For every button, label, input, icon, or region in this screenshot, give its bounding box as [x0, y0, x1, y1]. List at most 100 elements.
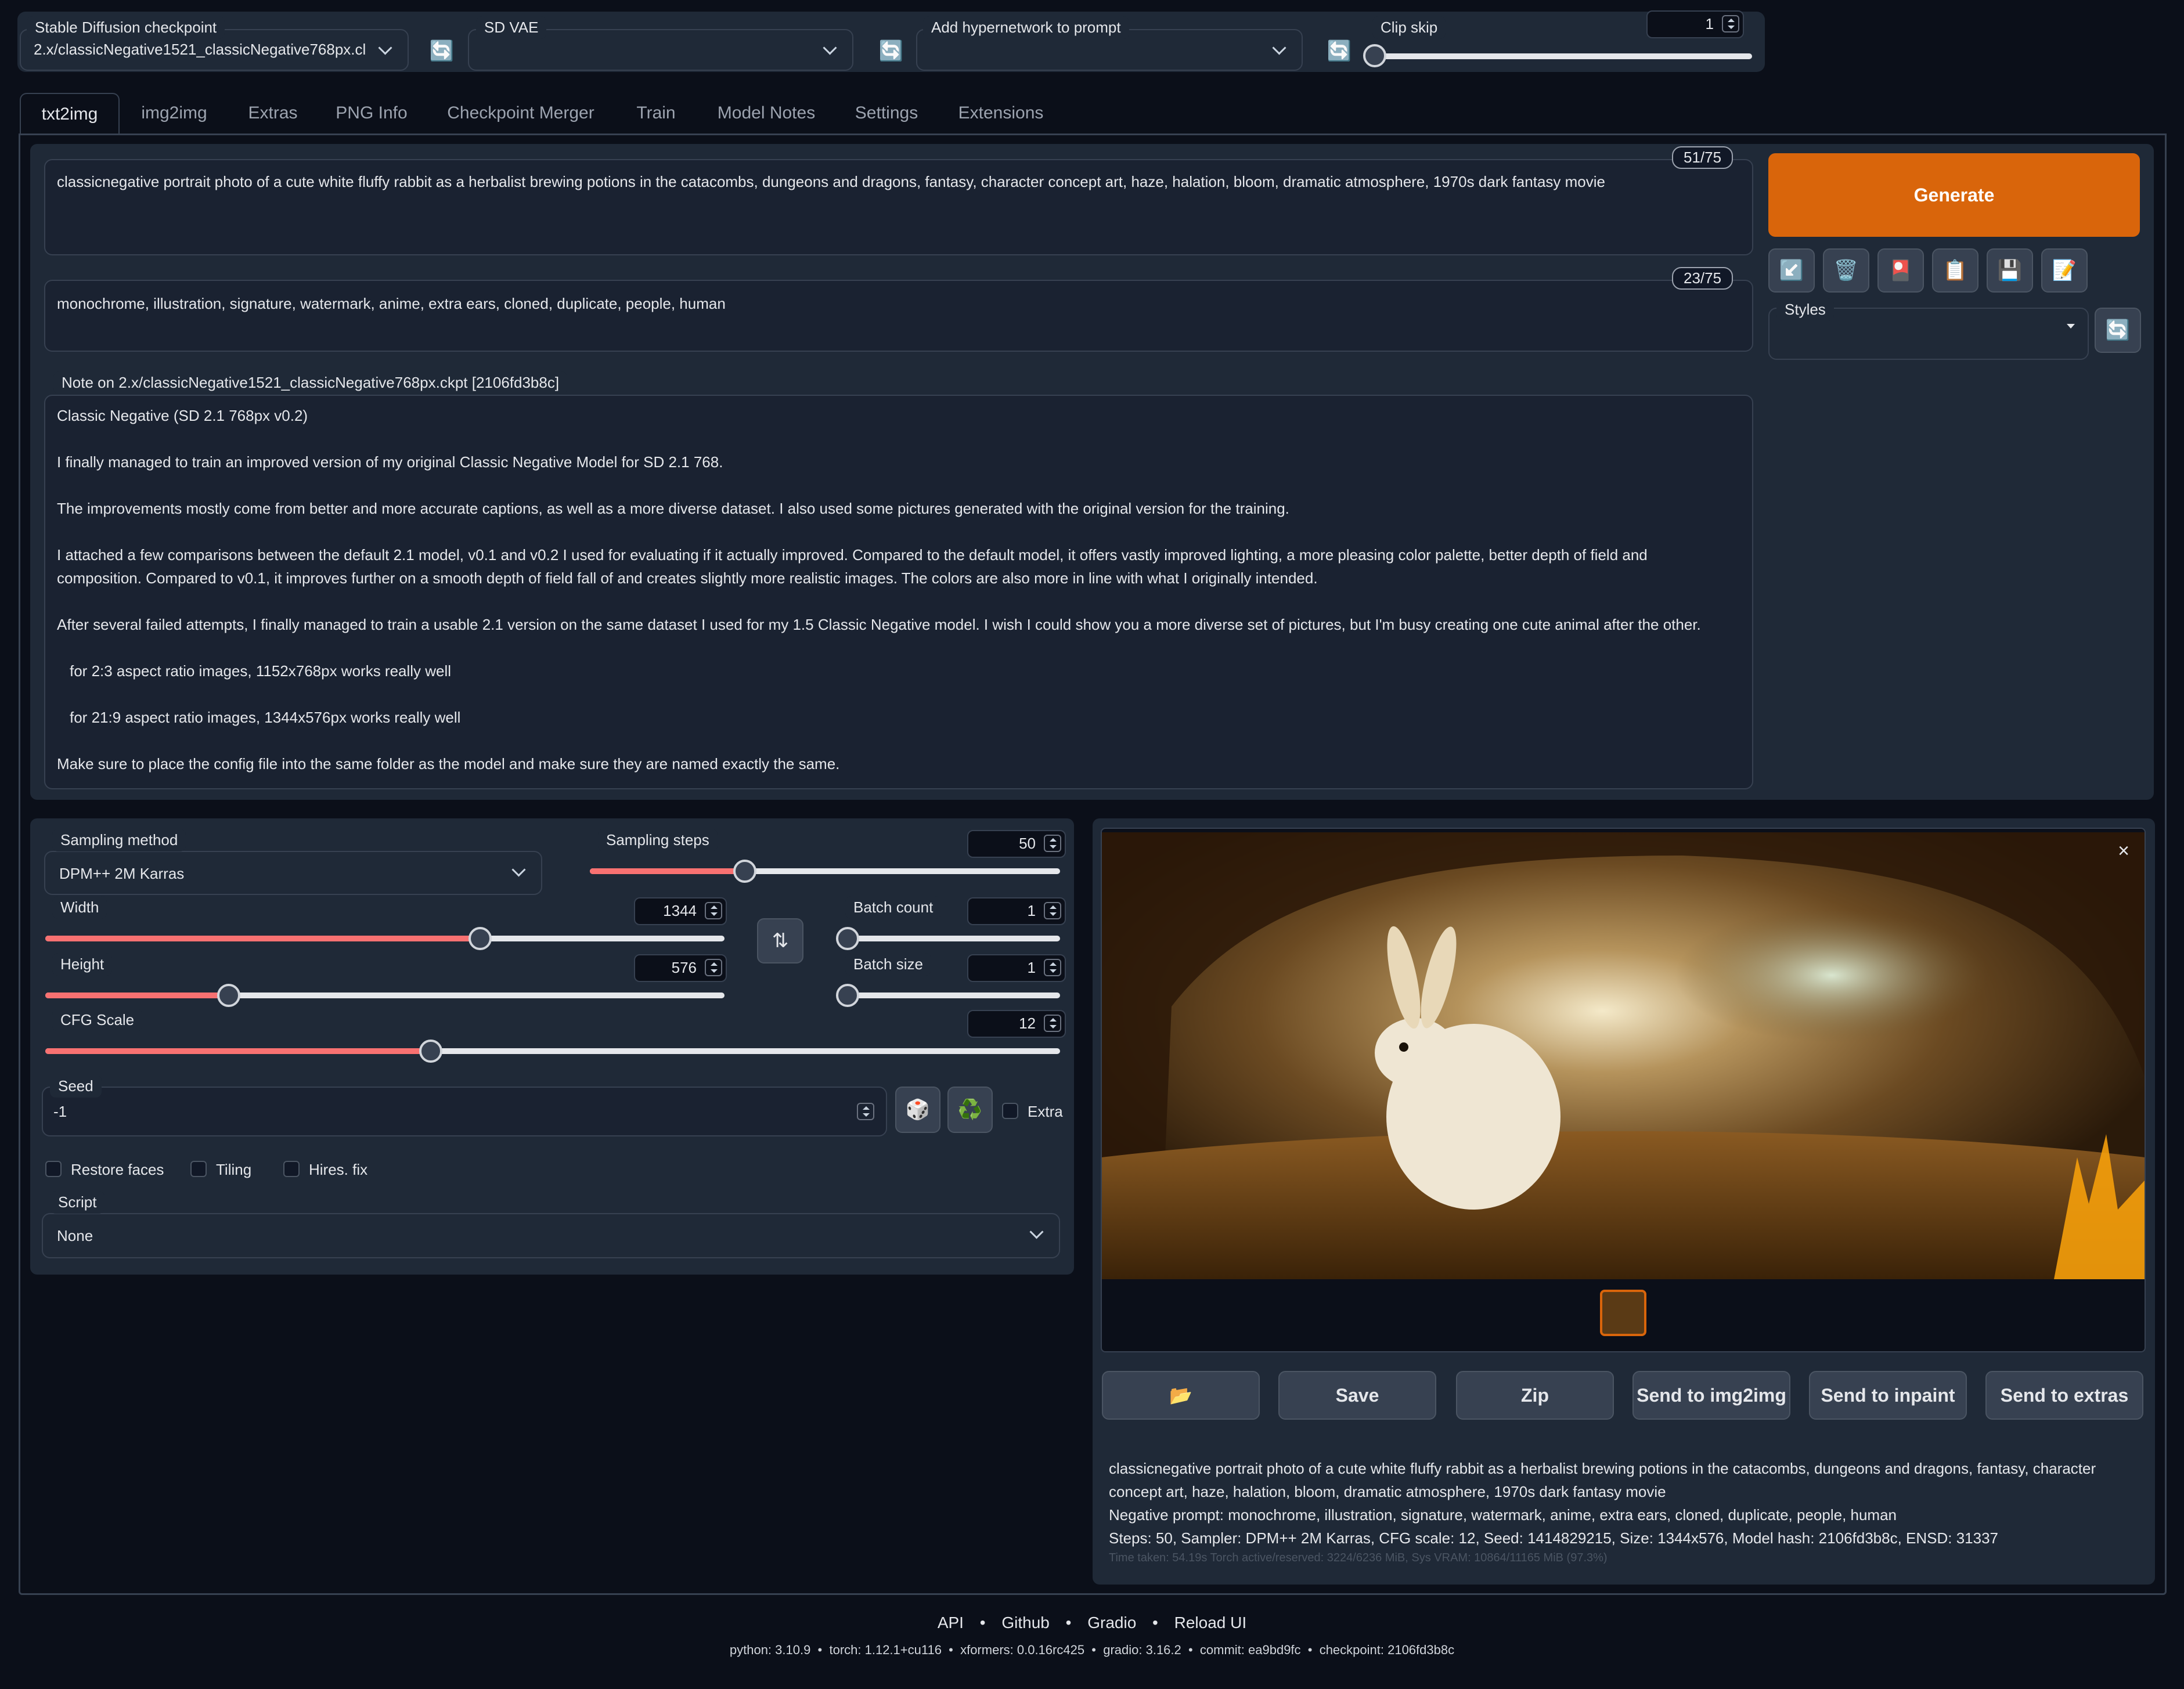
edit-button[interactable]: 📝: [2041, 248, 2088, 293]
restore-faces-label: Restore faces: [71, 1161, 164, 1178]
batch-count-value: 1: [1027, 902, 1036, 919]
spinner-icon[interactable]: [1044, 1015, 1061, 1032]
close-icon: ×: [2118, 840, 2129, 862]
open-folder-button[interactable]: 📂: [1102, 1371, 1260, 1420]
card-icon: 🎴: [1888, 259, 1913, 282]
restore-faces-checkbox[interactable]: [45, 1161, 62, 1177]
spinner-icon[interactable]: [1722, 15, 1739, 33]
height-slider-fill: [45, 993, 229, 998]
sampling-steps-slider-fill: [590, 868, 745, 874]
model-note-textarea[interactable]: Classic Negative (SD 2.1 768px v0.2) I f…: [44, 395, 1753, 789]
generate-button[interactable]: Generate: [1768, 153, 2140, 237]
info-negative-line: Negative prompt: monochrome, illustratio…: [1109, 1506, 1897, 1524]
tab-train[interactable]: Train: [627, 93, 685, 133]
github-link[interactable]: Github: [1001, 1614, 1050, 1632]
sampling-steps-number[interactable]: 50: [967, 830, 1066, 858]
tab-checkpoint-merger[interactable]: Checkpoint Merger: [437, 93, 605, 133]
seed-input[interactable]: -1: [42, 1087, 887, 1136]
zip-button[interactable]: Zip: [1456, 1371, 1614, 1420]
prompt-textarea[interactable]: classicnegative portrait photo of a cute…: [44, 159, 1753, 255]
spinner-icon[interactable]: [705, 902, 722, 919]
generated-image[interactable]: [1102, 832, 2145, 1279]
time-taken-line: Time taken: 54.19s Torch active/reserved…: [1109, 1551, 1608, 1564]
tab-png-info[interactable]: PNG Info: [325, 93, 418, 133]
note-line: I finally managed to train an improved v…: [57, 453, 723, 471]
swap-dimensions-button[interactable]: ⇅: [757, 918, 803, 963]
reload-ui-link[interactable]: Reload UI: [1174, 1614, 1247, 1632]
spinner-icon[interactable]: [1044, 902, 1061, 919]
seed-label: Seed: [50, 1075, 102, 1098]
read-params-button[interactable]: ↙️: [1768, 248, 1815, 293]
save-button[interactable]: Save: [1278, 1371, 1436, 1420]
height-number[interactable]: 576: [634, 954, 727, 982]
height-value: 576: [671, 959, 697, 976]
sampling-method-value: DPM++ 2M Karras: [59, 865, 185, 882]
refresh-vae-button[interactable]: 🔄: [873, 36, 909, 66]
tiling-checkbox[interactable]: [190, 1161, 207, 1177]
apply-style-button[interactable]: 📋: [1932, 248, 1978, 293]
width-slider-thumb[interactable]: [468, 927, 492, 950]
script-dropdown[interactable]: None: [42, 1213, 1060, 1258]
height-slider[interactable]: [45, 993, 725, 998]
gradio-link[interactable]: Gradio: [1087, 1614, 1136, 1632]
width-value: 1344: [663, 902, 697, 919]
note-line: After several failed attempts, I finally…: [57, 616, 1701, 633]
api-link[interactable]: API: [938, 1614, 964, 1632]
refresh-checkpoint-button[interactable]: 🔄: [424, 36, 460, 66]
sampling-steps-slider[interactable]: [590, 868, 1060, 874]
batch-count-number[interactable]: 1: [967, 897, 1066, 925]
tab-extensions[interactable]: Extensions: [949, 93, 1053, 133]
folder-icon: 📂: [1169, 1385, 1192, 1406]
send-to-img2img-button[interactable]: Send to img2img: [1632, 1371, 1790, 1420]
refresh-icon: 🔄: [1327, 40, 1352, 62]
width-label: Width: [52, 896, 107, 919]
gallery-thumbnail[interactable]: [1600, 1290, 1646, 1336]
height-slider-thumb[interactable]: [217, 984, 240, 1007]
hires-fix-checkbox[interactable]: [283, 1161, 300, 1177]
clip-skip-slider[interactable]: [1375, 53, 1752, 59]
tab-txt2img[interactable]: txt2img: [20, 93, 120, 135]
spinner-icon[interactable]: [857, 1103, 874, 1120]
random-seed-button[interactable]: 🎲: [895, 1087, 940, 1133]
send-to-inpaint-button[interactable]: Send to inpaint: [1809, 1371, 1967, 1420]
cfg-scale-label: CFG Scale: [52, 1009, 143, 1031]
chevron-down-icon: [378, 41, 392, 55]
clip-skip-value: 1: [1705, 15, 1714, 33]
extra-seed-checkbox[interactable]: [1002, 1103, 1018, 1119]
close-image-button[interactable]: ×: [2113, 840, 2134, 861]
styles-label: Styles: [1776, 298, 1834, 321]
extra-networks-button[interactable]: 🎴: [1877, 248, 1924, 293]
batch-size-number[interactable]: 1: [967, 954, 1066, 982]
tab-model-notes[interactable]: Model Notes: [708, 93, 824, 133]
batch-count-slider-thumb[interactable]: [836, 927, 859, 950]
cfg-scale-slider-thumb[interactable]: [419, 1040, 443, 1063]
width-slider[interactable]: [45, 936, 725, 941]
tab-img2img[interactable]: img2img: [128, 93, 221, 133]
sampling-steps-label: Sampling steps: [598, 829, 718, 851]
clear-prompt-button[interactable]: 🗑️: [1823, 248, 1869, 293]
width-number[interactable]: 1344: [634, 897, 727, 925]
negative-prompt-textarea[interactable]: monochrome, illustration, signature, wat…: [44, 280, 1753, 352]
clip-skip-number[interactable]: 1: [1646, 10, 1744, 38]
clip-skip-slider-thumb[interactable]: [1363, 44, 1386, 67]
batch-count-slider[interactable]: [848, 936, 1060, 941]
separator: •: [1152, 1614, 1158, 1632]
refresh-styles-button[interactable]: 🔄: [2095, 308, 2141, 353]
cfg-scale-slider[interactable]: [45, 1048, 1060, 1054]
reuse-seed-button[interactable]: ♻️: [947, 1087, 993, 1133]
tab-extras[interactable]: Extras: [238, 93, 308, 133]
batch-size-slider-thumb[interactable]: [836, 984, 859, 1007]
note-line: The improvements mostly come from better…: [57, 500, 1289, 517]
spinner-icon[interactable]: [1044, 835, 1061, 852]
width-slider-fill: [45, 936, 480, 941]
refresh-hypernetwork-button[interactable]: 🔄: [1321, 36, 1357, 66]
dice-icon: 🎲: [905, 1099, 931, 1121]
send-to-extras-button[interactable]: Send to extras: [1985, 1371, 2143, 1420]
sampling-method-dropdown[interactable]: DPM++ 2M Karras: [44, 851, 542, 895]
tab-settings[interactable]: Settings: [848, 93, 925, 133]
batch-size-slider[interactable]: [848, 993, 1060, 998]
cfg-scale-number[interactable]: 12: [967, 1010, 1066, 1038]
spinner-icon[interactable]: [1044, 959, 1061, 976]
spinner-icon[interactable]: [705, 959, 722, 976]
save-style-button[interactable]: 💾: [1987, 248, 2033, 293]
